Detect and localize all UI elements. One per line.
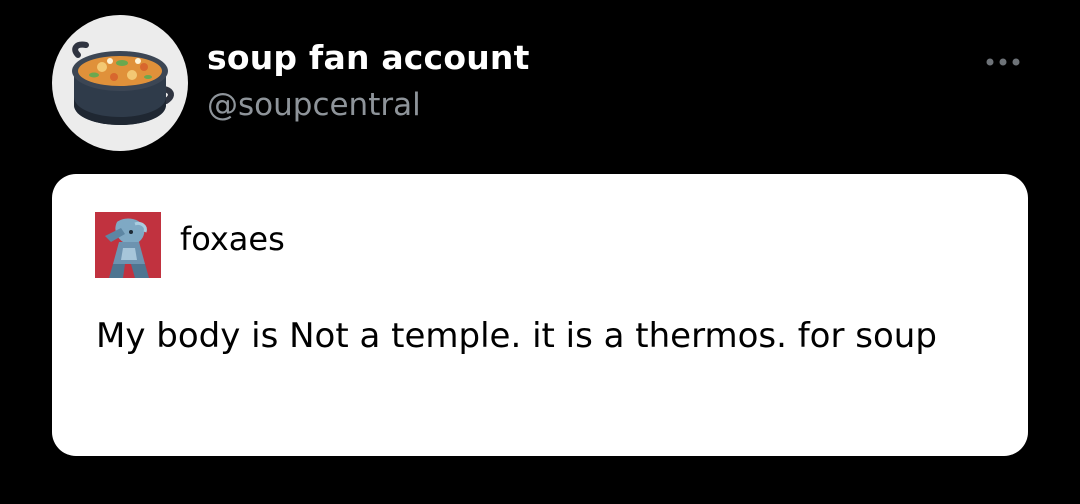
account-avatar[interactable] bbox=[52, 15, 188, 151]
soup-pot-icon bbox=[72, 41, 174, 125]
character-avatar-icon bbox=[95, 212, 161, 278]
quoted-post-author[interactable]: foxaes bbox=[180, 221, 285, 257]
quoted-post-avatar[interactable] bbox=[95, 212, 161, 278]
more-options-button[interactable] bbox=[978, 50, 1028, 74]
account-handle[interactable]: @soupcentral bbox=[207, 88, 421, 122]
more-options-icon bbox=[986, 58, 1020, 66]
quoted-post-card[interactable]: foxaes My body is Not a temple. it is a … bbox=[52, 174, 1028, 456]
account-display-name[interactable]: soup fan account bbox=[207, 39, 530, 76]
post-screenshot: soup fan account @soupcentral foxaes My … bbox=[0, 0, 1080, 504]
quoted-post-text: My body is Not a temple. it is a thermos… bbox=[96, 316, 937, 356]
